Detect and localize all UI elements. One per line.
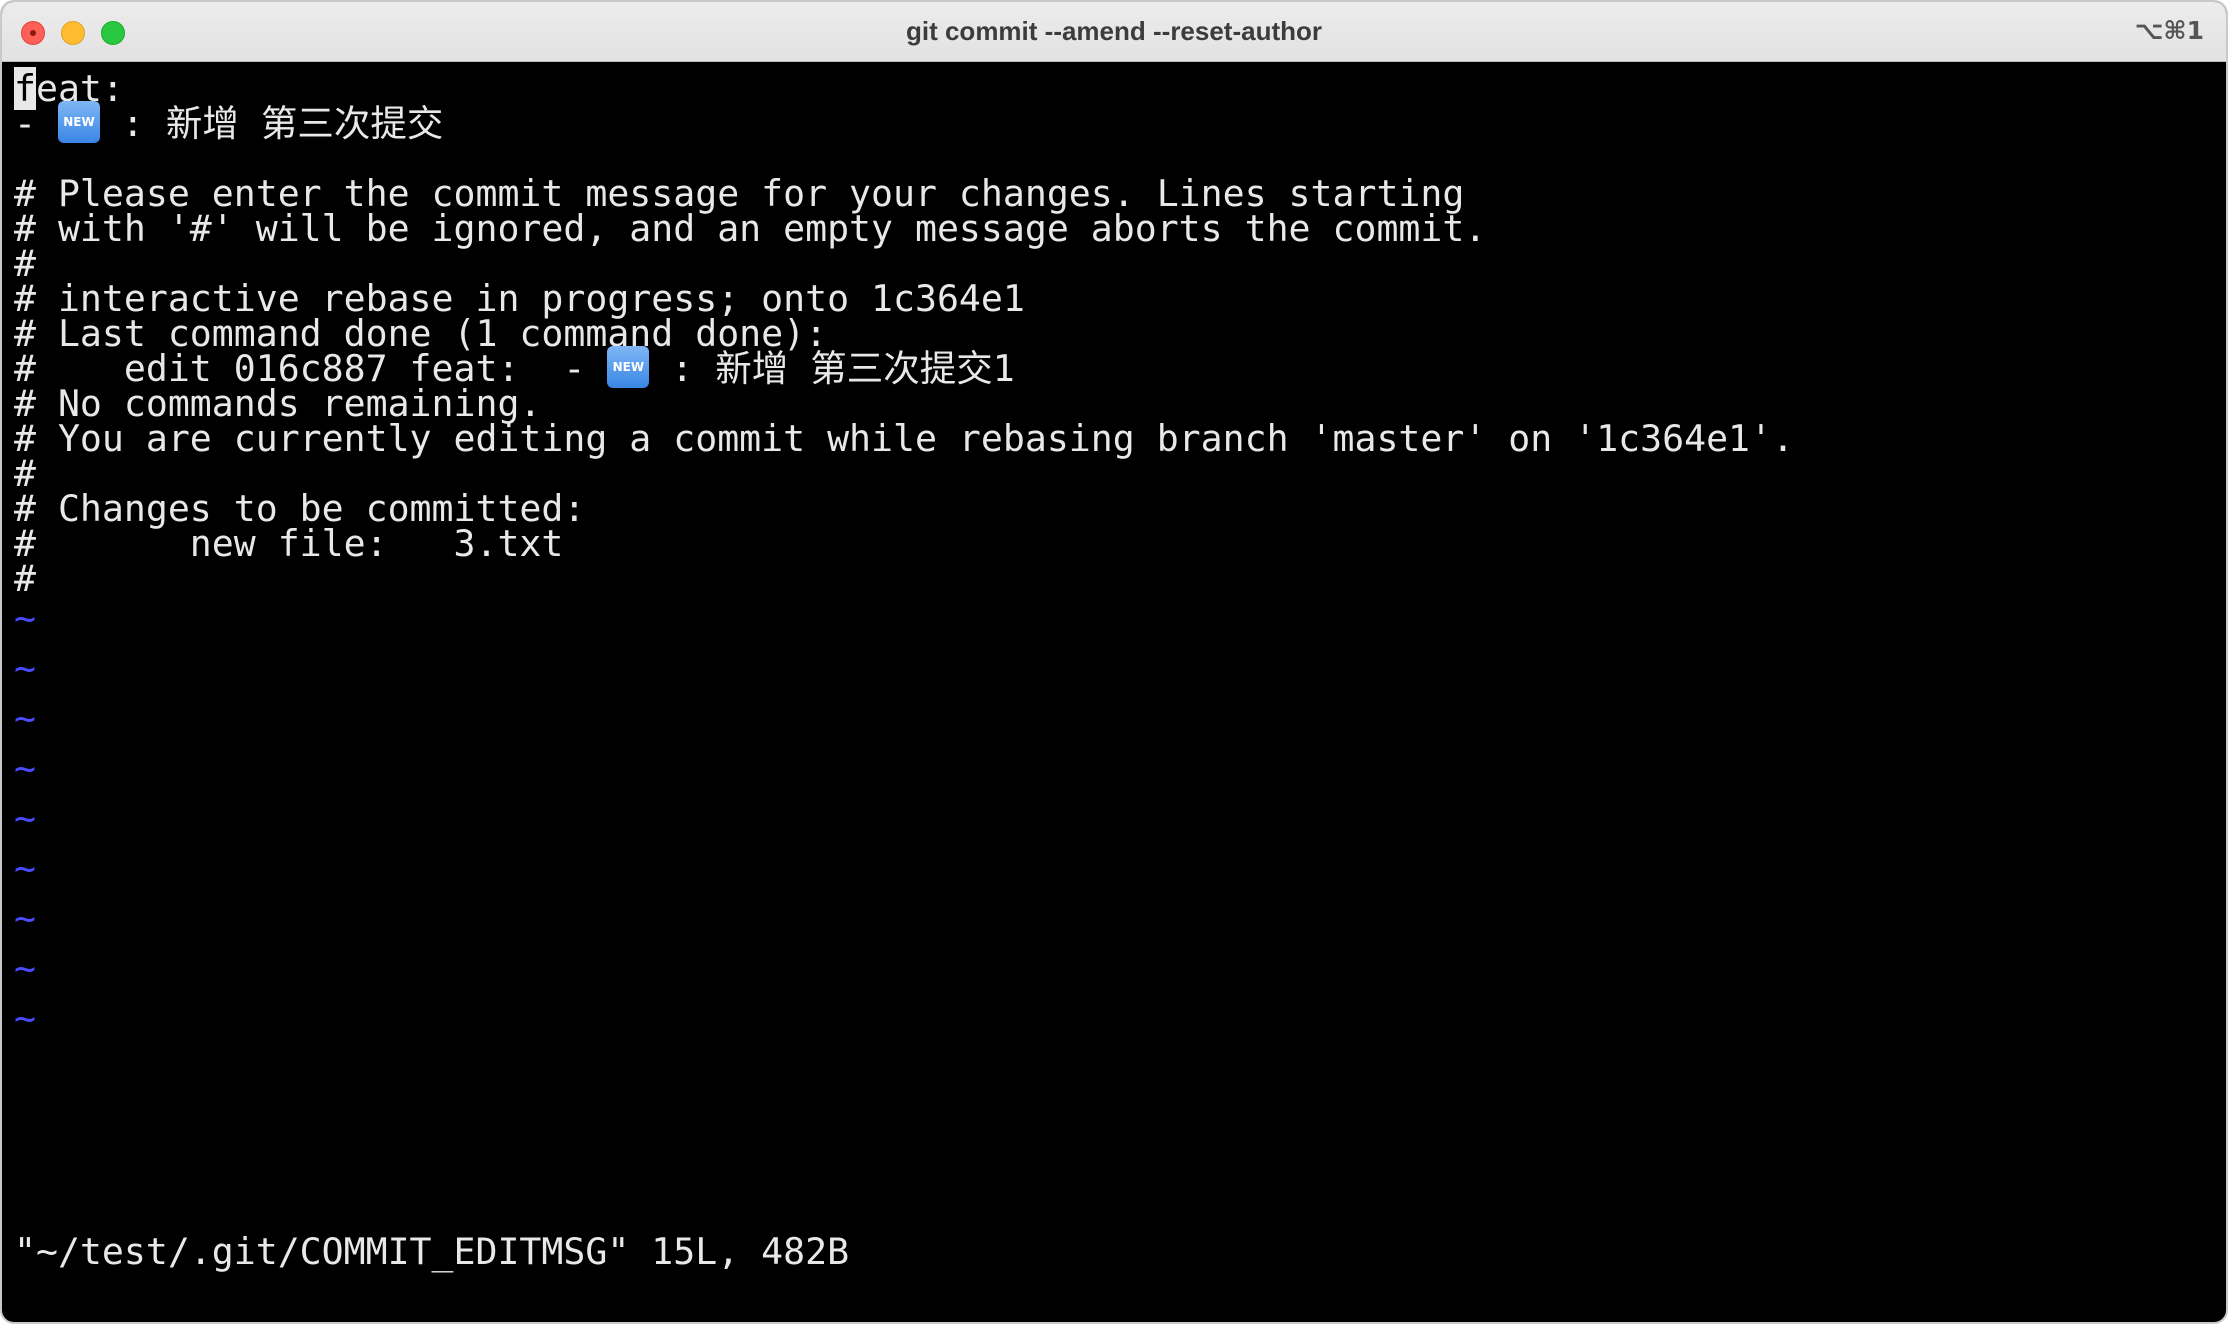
terminal-window: git commit --amend --reset-author ⌥⌘1 fe… (0, 0, 2228, 1324)
empty-line-tilde: ~ (14, 747, 36, 790)
empty-line-tilde: ~ (14, 997, 36, 1040)
empty-line-tilde: ~ (14, 847, 36, 890)
vim-editor[interactable]: feat: - NEW : 新增 第三次提交 # Please enter th… (14, 64, 2214, 1322)
empty-line-tilde: ~ (14, 797, 36, 840)
empty-line-tilde: ~ (14, 947, 36, 990)
title-bar: git commit --amend --reset-author ⌥⌘1 (2, 2, 2226, 62)
line-text: : 新增 第三次提交 (99, 102, 444, 145)
empty-line-tilde: ~ (14, 897, 36, 940)
line-text: : 新增 第三次提交1 (649, 347, 1015, 390)
editor-line-14: # new file: 3.txt (14, 522, 564, 565)
new-emoji-icon: NEW (607, 345, 650, 388)
line-text: - (14, 102, 58, 145)
empty-line-tilde: ~ (14, 697, 36, 740)
editor-line-2: - NEW : 新增 第三次提交 (14, 99, 443, 149)
window-title: git commit --amend --reset-author (905, 16, 1323, 46)
editor-line-11: # You are currently editing a commit whi… (14, 417, 1794, 460)
empty-line-tilde: ~ (14, 597, 36, 640)
new-emoji-icon: NEW (57, 100, 100, 143)
vim-status-line: "~/test/.git/COMMIT_EDITMSG" 15L, 482B (14, 1230, 850, 1273)
window-shortcut: ⌥⌘1 (2134, 16, 2204, 45)
editor-line-5: # with '#' will be ignored, and an empty… (14, 207, 1487, 250)
empty-line-tilde: ~ (14, 647, 36, 690)
